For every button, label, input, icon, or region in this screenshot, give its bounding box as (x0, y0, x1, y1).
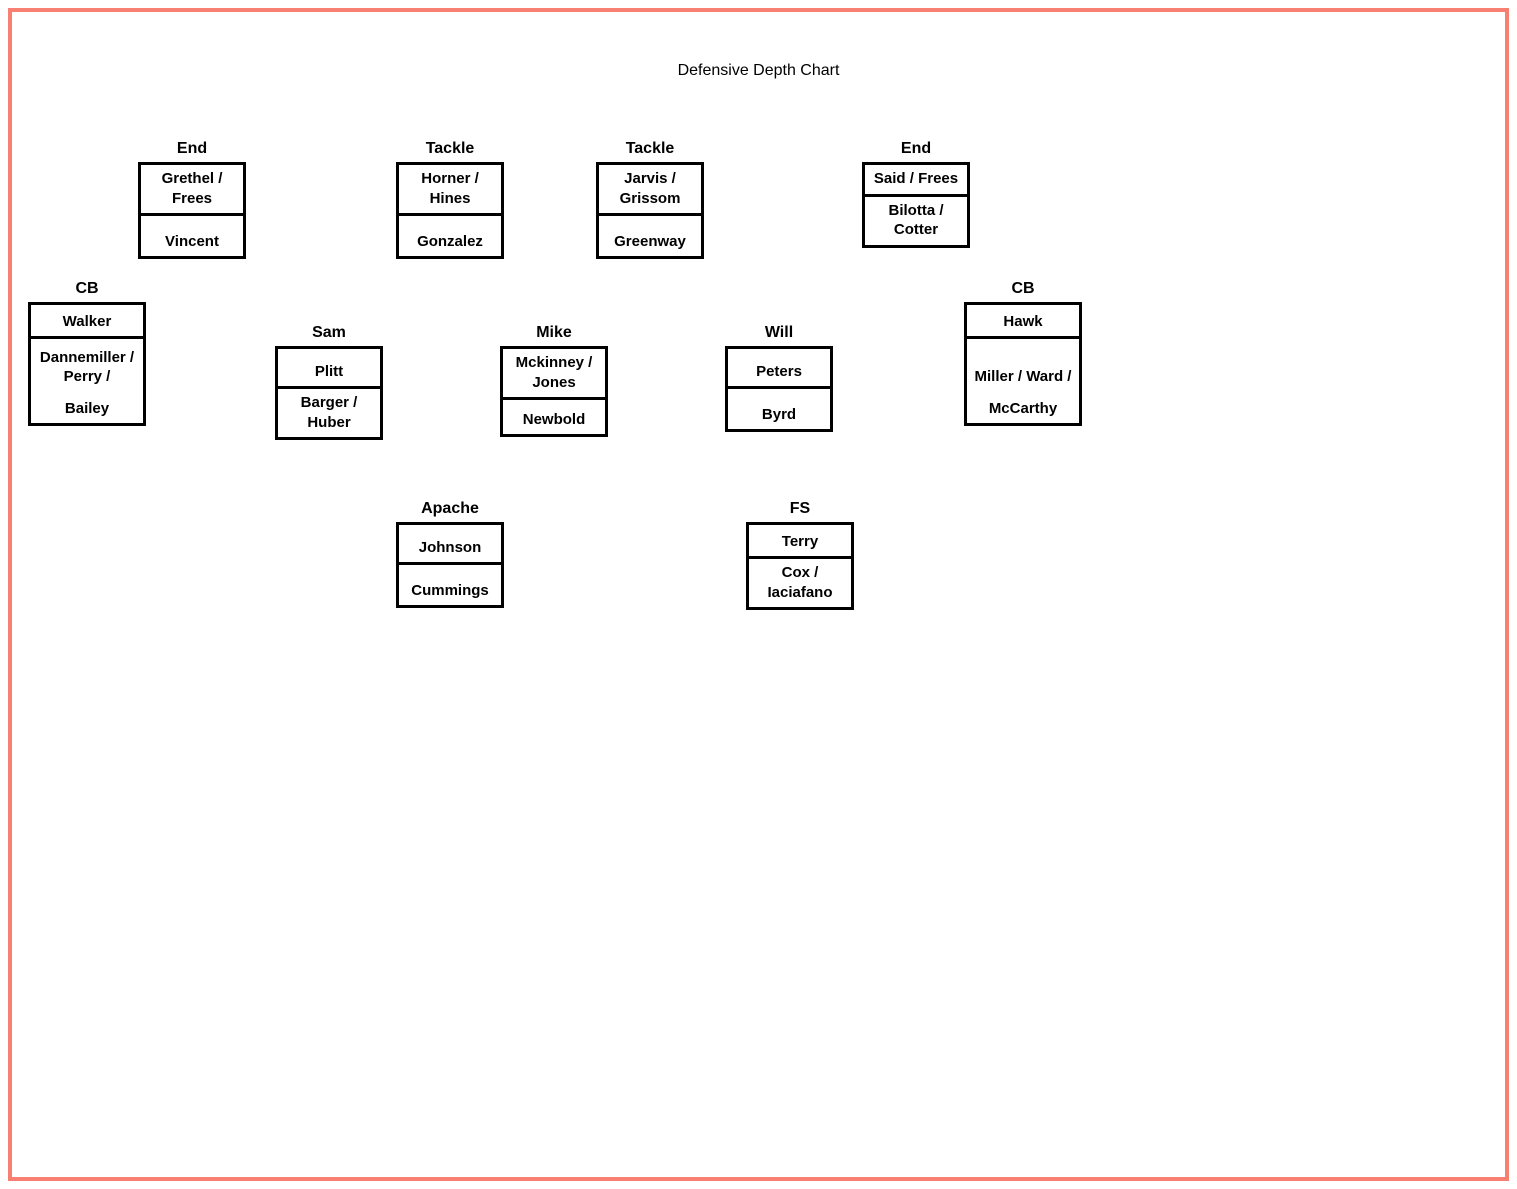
position-end-left: End Grethel / Frees Vincent (138, 140, 246, 259)
depth-slot: Terry (749, 525, 851, 559)
depth-slot: Mckinney / Jones (503, 349, 605, 400)
position-tackle-left: Tackle Horner / Hines Gonzalez (396, 140, 504, 259)
depth-slot: Vincent (141, 216, 243, 256)
depth-slot: Cox / Iaciafano (749, 559, 851, 607)
position-box: Plitt Barger / Huber (275, 346, 383, 440)
depth-slot: Jarvis / Grissom (599, 165, 701, 216)
position-box: Terry Cox / Iaciafano (746, 522, 854, 610)
position-will: Will Peters Byrd (725, 324, 833, 432)
position-label: FS (746, 500, 854, 522)
depth-slot: Dannemiller / Perry / Bailey (31, 339, 143, 423)
depth-slot: Gonzalez (399, 216, 501, 256)
position-mike: Mike Mckinney / Jones Newbold (500, 324, 608, 437)
position-label: CB (28, 280, 146, 302)
position-box: Grethel / Frees Vincent (138, 162, 246, 259)
depth-slot: Hawk (967, 305, 1079, 339)
depth-text: Dannemiller / Perry / (35, 348, 139, 387)
position-sam: Sam Plitt Barger / Huber (275, 324, 383, 440)
position-label: Will (725, 324, 833, 346)
depth-slot: Grethel / Frees (141, 165, 243, 216)
depth-text: Miller / Ward / (971, 367, 1075, 387)
position-label: CB (964, 280, 1082, 302)
position-label: Mike (500, 324, 608, 346)
position-box: Peters Byrd (725, 346, 833, 432)
depth-slot: Johnson (399, 525, 501, 565)
position-label: Apache (396, 500, 504, 522)
position-label: End (138, 140, 246, 162)
depth-text: McCarthy (971, 399, 1075, 419)
position-end-right: End Said / Frees Bilotta / Cotter (862, 140, 970, 248)
position-box: Mckinney / Jones Newbold (500, 346, 608, 437)
position-fs: FS Terry Cox / Iaciafano (746, 500, 854, 610)
position-label: Sam (275, 324, 383, 346)
depth-slot: Bilotta / Cotter (865, 197, 967, 245)
depth-slot: Plitt (278, 349, 380, 389)
position-box: Hawk Miller / Ward / McCarthy (964, 302, 1082, 426)
position-apache: Apache Johnson Cummings (396, 500, 504, 608)
depth-text: Bailey (35, 399, 139, 419)
depth-slot: Said / Frees (865, 165, 967, 197)
position-label: Tackle (396, 140, 504, 162)
position-box: Johnson Cummings (396, 522, 504, 608)
position-box: Jarvis / Grissom Greenway (596, 162, 704, 259)
position-box: Walker Dannemiller / Perry / Bailey (28, 302, 146, 426)
depth-slot: Horner / Hines (399, 165, 501, 216)
depth-slot: Greenway (599, 216, 701, 256)
position-box: Horner / Hines Gonzalez (396, 162, 504, 259)
depth-slot: Miller / Ward / McCarthy (967, 339, 1079, 423)
depth-slot: Byrd (728, 389, 830, 429)
depth-slot: Walker (31, 305, 143, 339)
position-cb-right: CB Hawk Miller / Ward / McCarthy (964, 280, 1082, 426)
position-box: Said / Frees Bilotta / Cotter (862, 162, 970, 248)
position-label: Tackle (596, 140, 704, 162)
position-label: End (862, 140, 970, 162)
position-tackle-right: Tackle Jarvis / Grissom Greenway (596, 140, 704, 259)
depth-slot: Cummings (399, 565, 501, 605)
page-title: Defensive Depth Chart (0, 62, 1517, 80)
depth-slot: Barger / Huber (278, 389, 380, 437)
depth-slot: Newbold (503, 400, 605, 434)
depth-slot: Peters (728, 349, 830, 389)
position-cb-left: CB Walker Dannemiller / Perry / Bailey (28, 280, 146, 426)
